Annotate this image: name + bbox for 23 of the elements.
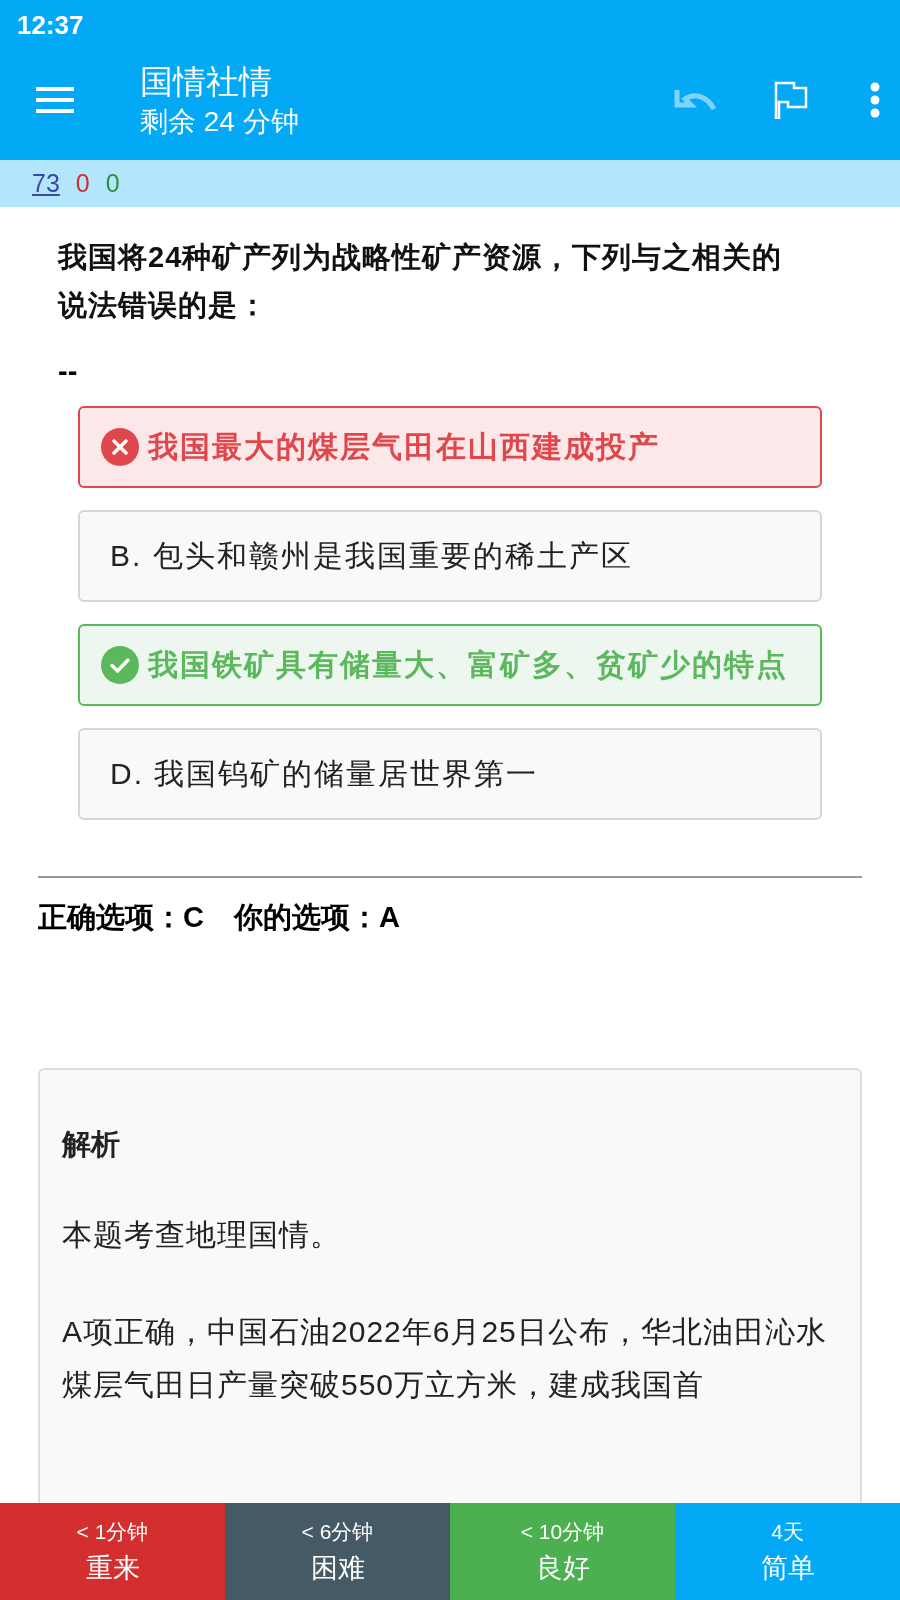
answer-option[interactable]: D. 我国钨矿的储量居世界第一	[78, 728, 822, 820]
explanation-paragraph: 本题考查地理国情。	[62, 1217, 342, 1253]
explanation-heading: 解析	[62, 1127, 121, 1162]
your-answer: 你的选项：A	[233, 900, 400, 935]
rating-button[interactable]: 4天 简单	[675, 1503, 900, 1600]
status-time: 12:37	[17, 10, 85, 40]
rating-button[interactable]: < 6分钟 困难	[225, 1503, 450, 1600]
count-text: 0	[105, 169, 120, 198]
card-count-link[interactable]: 73	[32, 169, 60, 198]
time-remaining: 剩余 24 分钟	[140, 105, 300, 139]
count-text: 0	[75, 169, 90, 198]
separator-text: --	[58, 355, 79, 388]
menu-icon[interactable]	[36, 86, 74, 114]
question-text: 我国将24种矿产列为战略性矿产资源，下列与之相关的说法错误的是：	[58, 240, 784, 323]
answer-option[interactable]: B. 包头和赣州是我国重要的稀土产区	[78, 510, 822, 602]
rating-button[interactable]: < 10分钟 良好	[450, 1503, 675, 1600]
more-icon[interactable]	[870, 82, 880, 118]
correct-answer: 正确选项：C	[38, 900, 204, 935]
rating-button[interactable]: < 1分钟 重来	[0, 1503, 225, 1600]
answer-option[interactable]: 我国最大的煤层气田在山西建成投产	[78, 406, 822, 488]
flag-icon[interactable]	[774, 81, 808, 119]
explanation-paragraph: A项正确，中国石油2022年6月25日公布，华北油田沁水煤层气田日产量突破550万立方米，建成我国首	[62, 1314, 828, 1403]
screen-title: 国情社情	[140, 62, 273, 102]
